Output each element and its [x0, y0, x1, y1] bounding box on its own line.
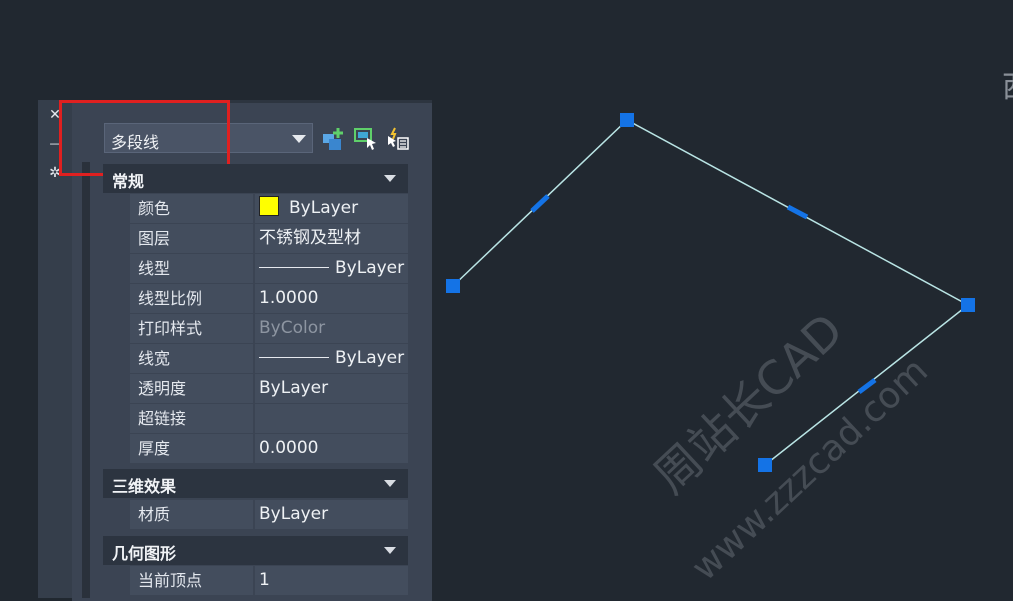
- property-row-color[interactable]: 颜色 ByLayer: [130, 194, 408, 223]
- property-row-linetype[interactable]: 线型 ByLayer: [130, 254, 408, 283]
- toggle-pickadd-icon[interactable]: [385, 126, 411, 152]
- section-title: 常规: [112, 172, 145, 191]
- midpoint-grip[interactable]: [857, 378, 877, 394]
- property-row-linetype-scale[interactable]: 线型比例 1.0000: [130, 284, 408, 313]
- property-value[interactable]: ByLayer: [255, 194, 408, 223]
- chevron-down-icon[interactable]: [384, 480, 396, 487]
- vertex-grip[interactable]: [446, 279, 460, 293]
- property-label: 当前顶点: [130, 566, 253, 595]
- section-3d-effects[interactable]: 三维效果: [103, 469, 408, 498]
- property-label: 材质: [130, 500, 253, 529]
- property-value[interactable]: 不锈钢及型材: [255, 224, 408, 253]
- property-value[interactable]: ByLayer: [255, 344, 408, 373]
- property-label: 超链接: [130, 404, 253, 433]
- vertex-grip[interactable]: [758, 458, 772, 472]
- property-value[interactable]: ByLayer: [255, 374, 408, 403]
- property-value: ByColor: [255, 314, 408, 343]
- chevron-down-icon[interactable]: [384, 175, 396, 182]
- linetype-sample: [259, 267, 329, 268]
- property-label: 线宽: [130, 344, 253, 373]
- select-objects-icon[interactable]: [353, 126, 379, 152]
- section-general[interactable]: 常规: [103, 164, 408, 193]
- property-label: 打印样式: [130, 314, 253, 343]
- property-label: 厚度: [130, 434, 253, 463]
- palette-scrollbar[interactable]: [82, 162, 90, 598]
- property-row-transparency[interactable]: 透明度 ByLayer: [130, 374, 408, 403]
- section-title: 几何图形: [112, 544, 177, 563]
- property-label: 透明度: [130, 374, 253, 403]
- midpoint-grip[interactable]: [786, 204, 809, 220]
- property-value[interactable]: [255, 404, 408, 433]
- property-row-hyperlink[interactable]: 超链接: [130, 404, 408, 433]
- lineweight-sample: [259, 357, 329, 358]
- quick-select-icon[interactable]: [321, 126, 347, 152]
- section-title: 三维效果: [112, 477, 177, 496]
- chevron-down-icon[interactable]: [384, 547, 396, 554]
- property-label: 线型: [130, 254, 253, 283]
- property-label: 图层: [130, 224, 253, 253]
- corner-text: 西: [1002, 62, 1013, 106]
- vertex-grip[interactable]: [961, 298, 975, 312]
- property-value[interactable]: ByLayer: [255, 254, 408, 283]
- property-row-lineweight[interactable]: 线宽 ByLayer: [130, 344, 408, 373]
- property-value[interactable]: 1: [255, 566, 408, 595]
- property-row-material[interactable]: 材质 ByLayer: [130, 500, 408, 529]
- vertex-grip[interactable]: [620, 113, 634, 127]
- property-row-current-vertex[interactable]: 当前顶点 1: [130, 566, 408, 595]
- property-label: 颜色: [130, 194, 253, 223]
- property-label: 线型比例: [130, 284, 253, 313]
- polyline-entity[interactable]: [452, 119, 970, 466]
- property-value[interactable]: 1.0000: [255, 284, 408, 313]
- color-swatch: [259, 196, 279, 216]
- property-row-plot-style[interactable]: 打印样式 ByColor: [130, 314, 408, 343]
- property-row-thickness[interactable]: 厚度 0.0000: [130, 434, 408, 463]
- chevron-down-icon: [292, 135, 306, 143]
- property-value[interactable]: 0.0000: [255, 434, 408, 463]
- property-value[interactable]: ByLayer: [255, 500, 408, 529]
- section-geometry[interactable]: 几何图形: [103, 536, 408, 565]
- midpoint-grip[interactable]: [530, 194, 550, 213]
- property-row-layer[interactable]: 图层 不锈钢及型材: [130, 224, 408, 253]
